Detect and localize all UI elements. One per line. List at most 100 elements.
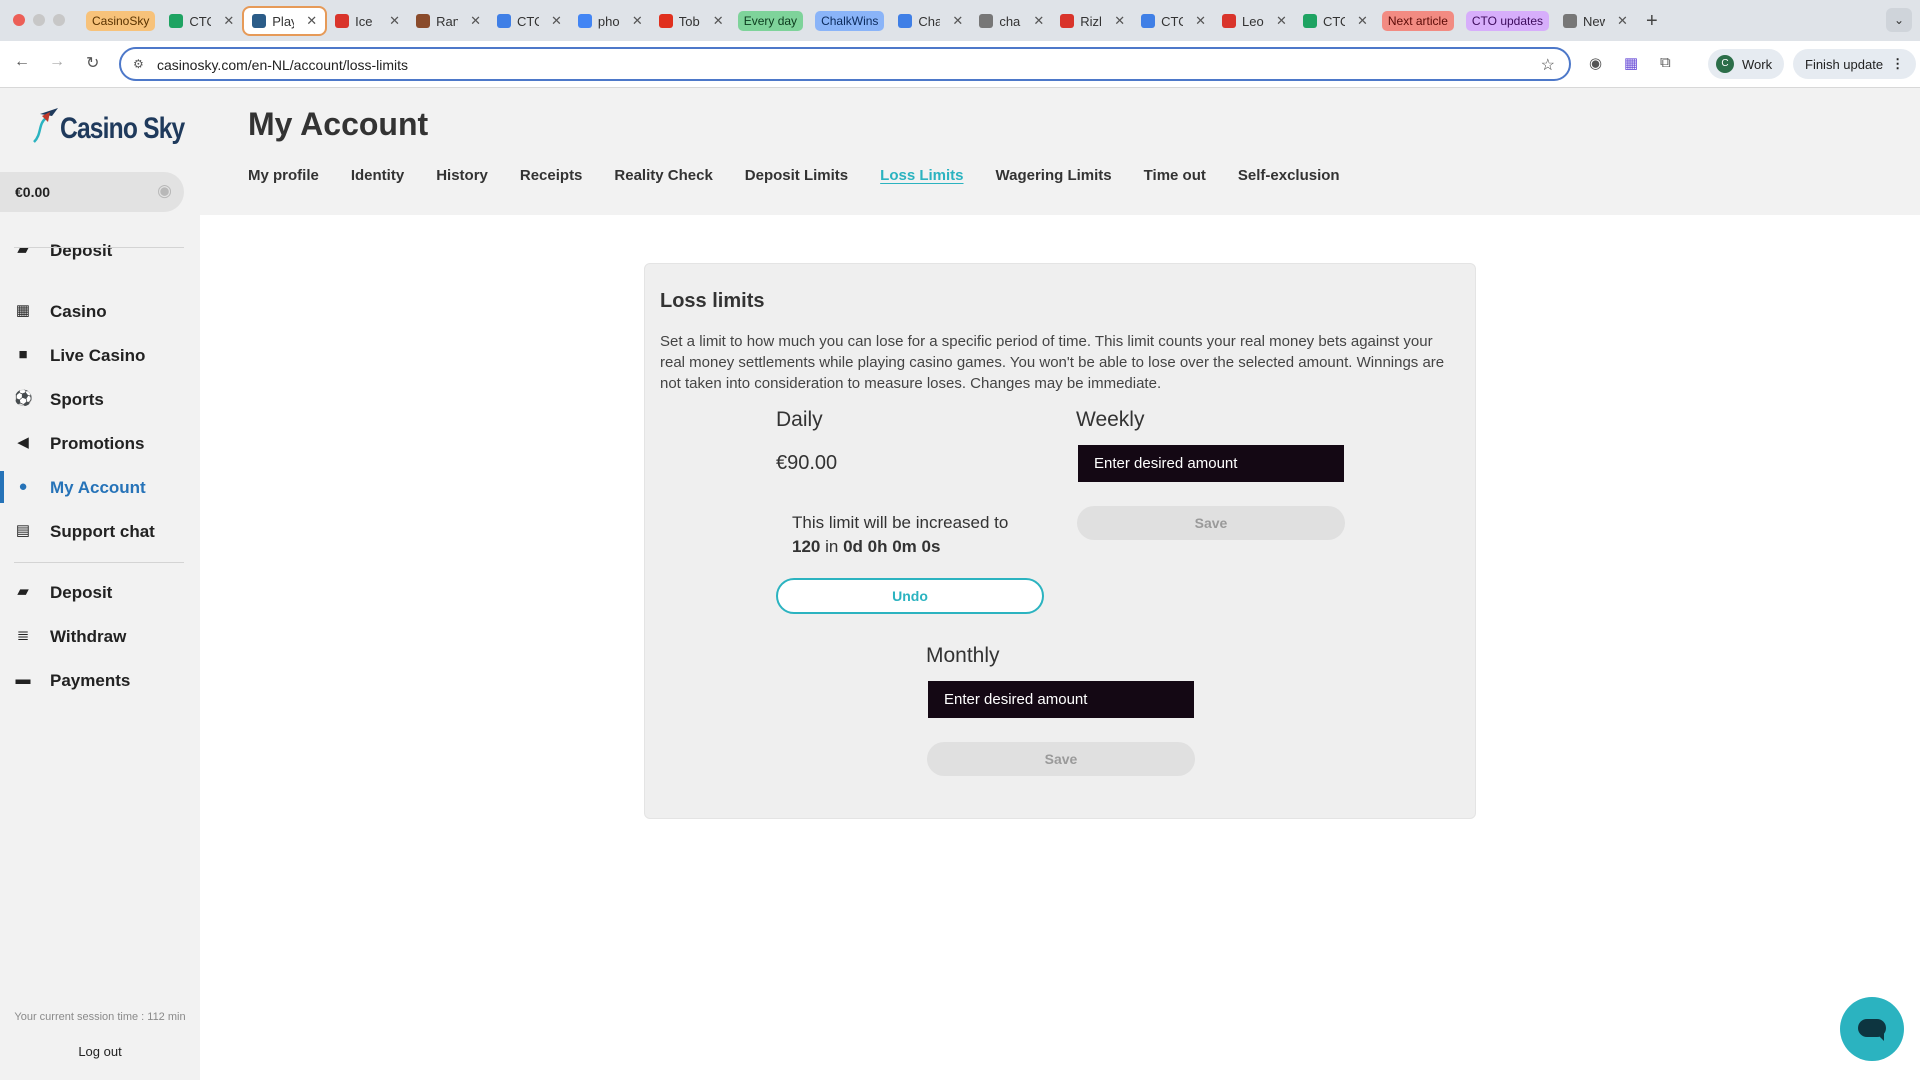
sidebar-item-sports[interactable]: ⚽ Sports bbox=[0, 379, 184, 419]
tab-wagering-limits[interactable]: Wagering Limits bbox=[996, 167, 1112, 184]
browser-tab[interactable]: Leo ✕ bbox=[1214, 6, 1295, 36]
browser-tab[interactable]: New ✕ bbox=[1555, 6, 1636, 36]
tab-close-icon[interactable]: ✕ bbox=[306, 13, 317, 29]
site-settings-icon[interactable]: ⚙ bbox=[133, 57, 144, 71]
tab-title: CTO bbox=[516, 13, 539, 29]
monthly-title: Monthly bbox=[926, 644, 1000, 667]
monthly-save-button[interactable]: Save bbox=[927, 742, 1195, 776]
tab-close-icon[interactable]: ✕ bbox=[1033, 13, 1044, 29]
new-tab-icon[interactable]: + bbox=[1646, 10, 1658, 33]
tab-group-label[interactable]: Every day bbox=[737, 11, 804, 31]
browser-tab[interactable]: CTO ✕ bbox=[1133, 6, 1214, 36]
extension-grid-icon[interactable]: ▦ bbox=[1624, 54, 1638, 72]
back-icon[interactable]: ← bbox=[14, 53, 30, 71]
finish-update-button[interactable]: Finish update ⋮ bbox=[1793, 49, 1917, 79]
tab-identity[interactable]: Identity bbox=[351, 167, 404, 184]
tab-close-icon[interactable]: ✕ bbox=[223, 13, 234, 29]
bookmark-star-icon[interactable]: ☆ bbox=[1541, 55, 1555, 75]
chat-bubble-tail bbox=[1876, 1033, 1884, 1041]
tab-title: Play bbox=[272, 13, 294, 29]
sidebar-item-label: Support chat bbox=[50, 522, 155, 541]
tab-receipts[interactable]: Receipts bbox=[520, 167, 583, 184]
tab-group-label[interactable]: ChalkWins bbox=[815, 11, 885, 31]
logo-plane-icon bbox=[33, 108, 58, 143]
tab-deposit-limits[interactable]: Deposit Limits bbox=[745, 167, 848, 184]
browser-tab[interactable]: Rizl ✕ bbox=[1052, 6, 1133, 36]
tab-time-out[interactable]: Time out bbox=[1144, 167, 1206, 184]
casino-sky-logo[interactable]: Casino Sky bbox=[28, 102, 185, 152]
megaphone-icon: ◀ bbox=[17, 434, 29, 451]
minimize-window-dot[interactable] bbox=[33, 14, 45, 26]
sidebar-item-my-account[interactable]: ● My Account bbox=[0, 467, 184, 507]
sidebar-item-payments[interactable]: ▬ Payments bbox=[0, 660, 184, 700]
tab-close-icon[interactable]: ✕ bbox=[1357, 13, 1368, 29]
chat-launcher-button[interactable] bbox=[1840, 997, 1904, 1061]
tab-history[interactable]: History bbox=[436, 167, 488, 184]
browser-tab[interactable]: CTO ✕ bbox=[161, 6, 242, 36]
sidebar-item-support-chat[interactable]: ▤ Support chat bbox=[0, 511, 184, 551]
sidebar-item-deposit[interactable]: ▰ Deposit bbox=[0, 572, 184, 612]
extension-globe-icon[interactable]: ◉ bbox=[1589, 54, 1602, 72]
browser-tab-active[interactable]: Play ✕ bbox=[242, 6, 328, 36]
logout-link[interactable]: Log out bbox=[0, 1044, 200, 1059]
tab-close-icon[interactable]: ✕ bbox=[470, 13, 481, 29]
sidebar-item-deposit[interactable]: ▰ Deposit bbox=[0, 230, 184, 270]
weekly-amount-input[interactable] bbox=[1078, 445, 1344, 482]
forward-icon[interactable]: → bbox=[49, 53, 65, 71]
extensions-puzzle-icon[interactable]: ⧉ bbox=[1660, 54, 1671, 71]
tab-close-icon[interactable]: ✕ bbox=[1195, 13, 1206, 29]
sidebar-item-promotions[interactable]: ◀ Promotions bbox=[0, 423, 184, 463]
tab-loss-limits[interactable]: Loss Limits bbox=[880, 167, 963, 184]
reload-icon[interactable]: ↻ bbox=[86, 53, 99, 73]
notice-countdown: 0d 0h 0m 0s bbox=[843, 537, 941, 556]
loss-limits-card: Loss limits Set a limit to how much you … bbox=[644, 263, 1476, 819]
browser-tab[interactable]: CTO ✕ bbox=[489, 6, 570, 36]
browser-tab[interactable]: cha ✕ bbox=[971, 6, 1052, 36]
browser-tab[interactable]: Cha ✕ bbox=[890, 6, 971, 36]
monthly-amount-input[interactable] bbox=[928, 681, 1194, 718]
tab-favicon-icon bbox=[416, 14, 431, 28]
sidebar-item-casino[interactable]: ▦ Casino bbox=[0, 291, 184, 331]
sidebar-item-live-casino[interactable]: ■ Live Casino bbox=[0, 335, 184, 375]
content-panel: Loss limits Set a limit to how much you … bbox=[200, 215, 1920, 1080]
browser-tab[interactable]: Tob ✕ bbox=[651, 6, 732, 36]
sidebar-item-withdraw[interactable]: ≣ Withdraw bbox=[0, 616, 184, 656]
tab-group-label[interactable]: CasinoSky bbox=[86, 11, 156, 31]
browser-tab[interactable]: CTO ✕ bbox=[1295, 6, 1376, 36]
sidebar-item-label: Sports bbox=[50, 390, 104, 409]
browser-tab[interactable]: pho ✕ bbox=[570, 6, 651, 36]
close-window-dot[interactable] bbox=[13, 14, 25, 26]
tab-close-icon[interactable]: ✕ bbox=[632, 13, 643, 29]
tab-group-label[interactable]: CTO updates bbox=[1465, 11, 1550, 31]
eye-icon[interactable]: ◉ bbox=[157, 181, 172, 201]
profile-button[interactable]: C Work bbox=[1708, 49, 1785, 79]
notice-new-value: 120 bbox=[792, 537, 821, 556]
finish-update-label: Finish update bbox=[1805, 56, 1884, 72]
tab-close-icon[interactable]: ✕ bbox=[551, 13, 562, 29]
url-text[interactable]: casinosky.com/en-NL/account/loss-limits bbox=[157, 57, 408, 73]
tab-close-icon[interactable]: ✕ bbox=[389, 13, 400, 29]
tab-reality-check[interactable]: Reality Check bbox=[614, 167, 712, 184]
tab-title: Ran bbox=[436, 13, 459, 29]
tab-close-icon[interactable]: ✕ bbox=[1617, 13, 1628, 29]
account-tabs: My profile Identity History Receipts Reality… bbox=[248, 167, 1372, 184]
daily-current-limit: €90.00 bbox=[776, 452, 838, 474]
tab-close-icon[interactable]: ✕ bbox=[713, 13, 724, 29]
address-bar[interactable]: ⚙ casinosky.com/en-NL/account/loss-limit… bbox=[119, 47, 1571, 81]
weekly-save-button[interactable]: Save bbox=[1077, 506, 1345, 540]
tab-search-icon[interactable]: ⌄ bbox=[1886, 8, 1912, 32]
undo-button[interactable]: Undo bbox=[776, 578, 1044, 614]
tab-group-label[interactable]: Next article bbox=[1381, 11, 1454, 31]
zoom-window-dot[interactable] bbox=[53, 14, 65, 26]
tab-my-profile[interactable]: My profile bbox=[248, 167, 319, 184]
browser-tab[interactable]: Ran ✕ bbox=[408, 6, 489, 36]
tab-self-exclusion[interactable]: Self-exclusion bbox=[1238, 167, 1340, 184]
tab-close-icon[interactable]: ✕ bbox=[1276, 13, 1287, 29]
sidebar-item-label: My Account bbox=[50, 478, 146, 497]
tab-close-icon[interactable]: ✕ bbox=[952, 13, 963, 29]
tab-title: cha bbox=[999, 13, 1021, 29]
tab-favicon-icon bbox=[169, 14, 184, 28]
main-area: My Account My profile Identity History Rece… bbox=[200, 88, 1920, 1080]
tab-close-icon[interactable]: ✕ bbox=[1114, 13, 1125, 29]
browser-tab[interactable]: Ice ✕ bbox=[327, 6, 408, 36]
